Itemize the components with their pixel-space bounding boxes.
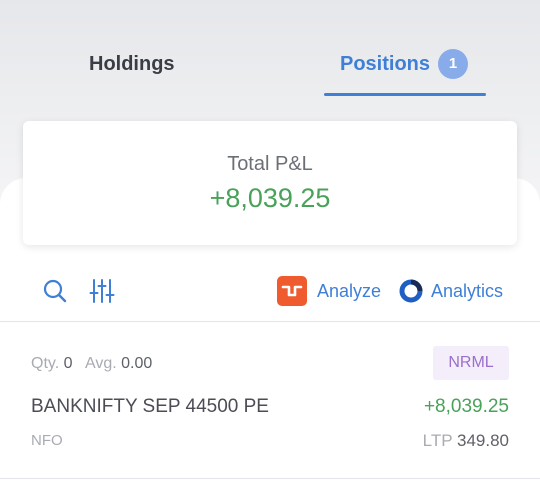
tab-holdings[interactable]: Holdings [89,48,175,80]
position-pnl: +8,039.25 [423,396,509,417]
analytics-logo-icon [399,279,423,303]
position-meta: Qty. 0 Avg. 0.00 [31,355,152,373]
ltp-label: LTP [422,431,453,450]
tab-positions-label: Positions [340,53,431,75]
product-type-badge: NRML [433,346,509,380]
divider [0,478,540,479]
total-pnl-card: Total P&L +8,039.25 [23,121,517,245]
positions-count-badge: 1 [438,49,469,79]
ltp-value: 349.80 [457,431,509,450]
qty-value: 0 [63,355,73,372]
analyze-logo-icon [277,276,307,306]
active-tab-indicator [324,93,486,96]
analyze-label: Analyze [317,280,382,301]
analyze-button[interactable]: Analyze [277,276,382,306]
ltp: LTP 349.80 [423,431,509,451]
analytics-button[interactable]: Analytics [399,278,503,304]
tab-bar: Holdings Positions 1 [0,0,540,100]
avg-label: Avg. [84,355,117,372]
position-row[interactable]: Qty. 0 Avg. 0.00 NRML BANKNIFTY SEP 4450… [0,322,540,478]
qty-label: Qty. [31,355,60,372]
search-icon[interactable] [42,278,68,304]
tab-holdings-label: Holdings [89,53,175,75]
total-pnl-value: +8,039.25 [209,183,331,213]
filter-sliders-icon[interactable] [89,278,115,304]
exchange-label: NFO [31,432,63,449]
instrument-name: BANKNIFTY SEP 44500 PE [31,396,269,417]
avg-value: 0.00 [121,355,153,372]
tab-positions[interactable]: Positions 1 [340,48,469,80]
analytics-label: Analytics [431,280,504,301]
total-pnl-label: Total P&L [227,153,313,175]
